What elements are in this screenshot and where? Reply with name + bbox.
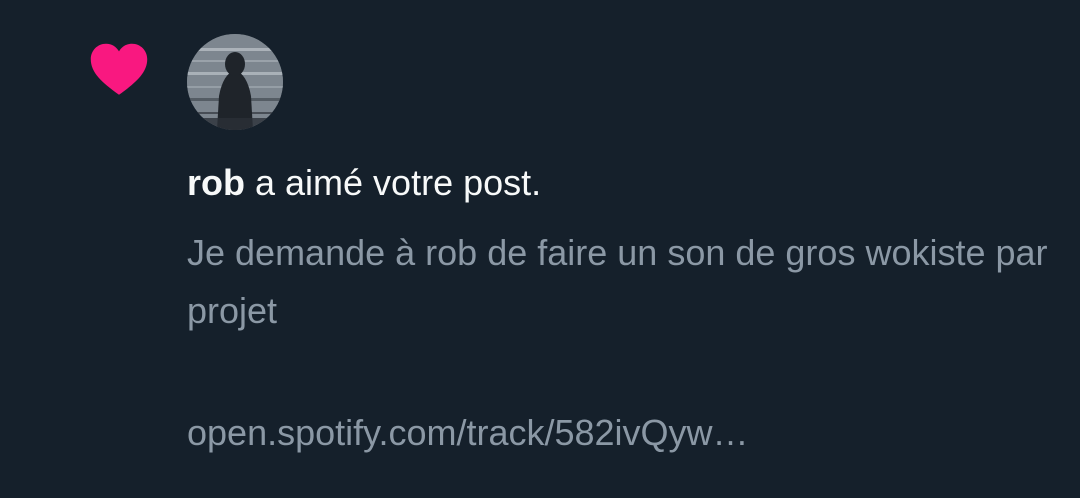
avatar[interactable] (187, 34, 283, 130)
like-notification[interactable]: rob a aimé votre post. Je demande à rob … (0, 0, 1080, 498)
user-name[interactable]: rob (187, 162, 245, 203)
notification-headline: rob a aimé votre post. (187, 160, 541, 206)
action-text: a aimé votre post. (245, 162, 542, 203)
post-link[interactable]: open.spotify.com/track/582ivQyw… (187, 404, 749, 462)
heart-icon (90, 43, 148, 95)
post-text: Je demande à rob de faire un son de gros… (187, 232, 1048, 331)
